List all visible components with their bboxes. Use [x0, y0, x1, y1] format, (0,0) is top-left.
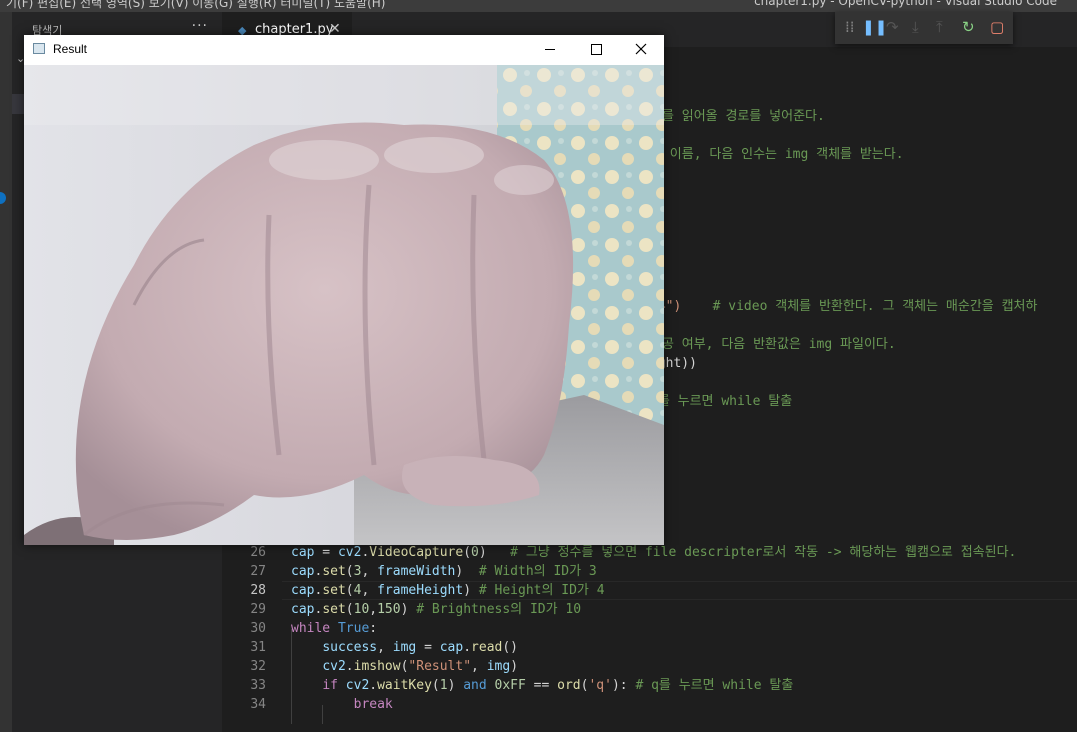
- result-window-title: Result: [53, 42, 88, 56]
- code-line: cap.set(3, frameWidth) # Width의 ID가 3: [291, 564, 597, 579]
- indent-guide: [322, 705, 323, 724]
- pause-icon[interactable]: ❚❚: [862, 18, 887, 36]
- maximize-button[interactable]: [573, 35, 619, 65]
- code-fragment: q를 누르면 while 탈출: [650, 394, 793, 409]
- drag-handle-icon[interactable]: ⁞⁞: [845, 18, 855, 36]
- code-fragment: 치를 읽어올 경로를 넣어준다.: [650, 109, 825, 124]
- restart-icon[interactable]: ↻: [962, 18, 975, 36]
- code-line: cv2.imshow("Result", img): [322, 659, 519, 674]
- code-line: if cv2.waitKey(1) and 0xFF == ord('q'): …: [322, 678, 794, 693]
- close-icon: [635, 43, 647, 55]
- stop-icon[interactable]: ▢: [990, 18, 1004, 36]
- menu-bar[interactable]: 기(F) 편집(E) 선택 영역(S) 보기(V) 이동(G) 실행(R) 터미…: [6, 0, 385, 11]
- code-line: cap.set(10,150) # Brightness의 ID가 10: [291, 602, 582, 617]
- step-out-icon[interactable]: ⤒: [936, 18, 943, 36]
- webcam-fist-image: [24, 65, 664, 545]
- line-number: 28: [250, 583, 266, 598]
- code-line: cap = cv2.VideoCapture(0) # 그냥 정수를 넣으면 f…: [291, 545, 1017, 560]
- indent-guide: [291, 629, 292, 724]
- maximize-icon: [591, 44, 602, 55]
- debug-toolbar: ⁞⁞ ❚❚ ↷ ⤓ ⤒ ↻ ▢: [835, 12, 1013, 44]
- step-over-icon[interactable]: ↷: [886, 18, 899, 36]
- minimize-icon: [545, 49, 555, 50]
- activity-bar: [0, 12, 12, 732]
- window-title: chapter1.py - OpenCV-python - Visual Stu…: [754, 0, 1057, 8]
- code-line: break: [353, 697, 393, 712]
- webcam-frame-image: [24, 65, 664, 545]
- code-line: success, img = cap.read(): [322, 640, 519, 655]
- line-number: 31: [250, 640, 266, 655]
- line-number: 30: [250, 621, 266, 636]
- close-window-button[interactable]: [618, 35, 664, 65]
- notification-badge-icon: [0, 192, 6, 204]
- code-line: cap.set(4, frameHeight) # Height의 ID가 4: [291, 583, 605, 598]
- line-number: 26: [250, 545, 266, 560]
- more-actions-icon[interactable]: ···: [192, 18, 208, 34]
- result-window-titlebar[interactable]: Result: [24, 35, 664, 65]
- code-fragment: 창 이름, 다음 인수는 img 객체를 받는다.: [650, 147, 904, 162]
- code-fragment: p4") # video 객체를 반환한다. 그 객체는 매순간을 캡처하: [650, 299, 1038, 314]
- line-number: 32: [250, 659, 266, 674]
- sidebar-selected-row[interactable]: [12, 94, 24, 114]
- line-number: 29: [250, 602, 266, 617]
- line-number: 34: [250, 697, 266, 712]
- result-window[interactable]: Result: [24, 35, 664, 545]
- window-app-icon: [33, 43, 45, 54]
- code-fragment: 성공 여부, 다음 반환값은 img 파일이다.: [650, 337, 896, 352]
- step-into-icon[interactable]: ⤓: [912, 18, 919, 36]
- line-number: 27: [250, 564, 266, 579]
- vscode-titlebar: 기(F) 편집(E) 선택 영역(S) 보기(V) 이동(G) 실행(R) 터미…: [0, 0, 1077, 12]
- minimize-button[interactable]: [527, 35, 573, 65]
- code-line: while True:: [291, 621, 378, 636]
- line-number: 33: [250, 678, 266, 693]
